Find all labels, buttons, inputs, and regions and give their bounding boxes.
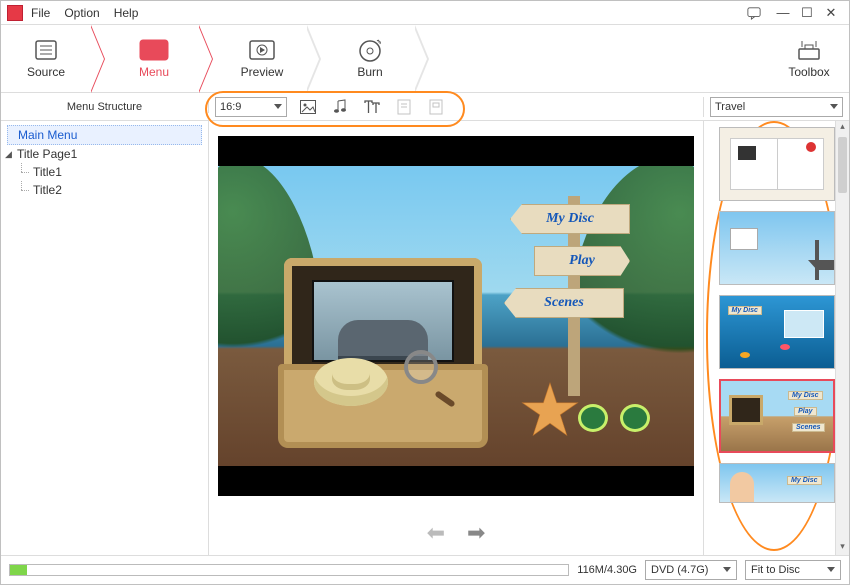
template-scrollbar[interactable]: ▴ ▾ <box>835 121 849 555</box>
scroll-thumb[interactable] <box>838 137 847 193</box>
mini-label: Play <box>794 407 816 416</box>
disc-type-value: DVD (4.7G) <box>651 564 708 576</box>
tree-title-page[interactable]: ◢ Title Page1 <box>7 145 202 163</box>
template-thumb[interactable] <box>719 211 835 285</box>
mini-label: Scenes <box>792 423 825 432</box>
menu-scenes-button[interactable]: Scenes <box>504 288 624 318</box>
template-category-select[interactable]: Travel <box>710 97 843 117</box>
disc-usage-text: 116M/4.30G <box>577 564 637 576</box>
chevron-down-icon <box>830 104 838 109</box>
menu-file[interactable]: File <box>31 6 50 20</box>
disc-type-select[interactable]: DVD (4.7G) <box>645 560 737 580</box>
scroll-up-icon[interactable]: ▴ <box>836 121 849 135</box>
menu-icon <box>139 39 169 61</box>
status-bar: 116M/4.30G DVD (4.7G) Fit to Disc <box>1 555 849 583</box>
tree-title2[interactable]: Title2 <box>7 181 202 199</box>
toolbox-button[interactable]: Toolbox <box>769 25 849 92</box>
disc-usage-bar <box>9 564 569 576</box>
tree-title1[interactable]: Title1 <box>7 163 202 181</box>
step-preview[interactable]: Preview <box>217 25 307 92</box>
aspect-ratio-value: 16:9 <box>220 101 241 113</box>
template-thumb[interactable]: My Disc <box>719 295 835 369</box>
aspect-ratio-select[interactable]: 16:9 <box>215 97 287 117</box>
template-list: My Disc My Disc Play Scenes My Disc ▴ ▾ <box>703 121 849 555</box>
toolbar: Menu Structure 16:9 Travel <box>1 93 849 121</box>
chevron-down-icon <box>827 567 835 572</box>
add-frame-button <box>425 97 447 117</box>
menu-structure-tree: Main Menu ◢ Title Page1 Title1 Title2 <box>1 121 209 555</box>
menu-canvas[interactable]: My Disc Play Scenes <box>218 166 694 466</box>
fit-mode-select[interactable]: Fit to Disc <box>745 560 841 580</box>
decor-magnifier <box>404 350 450 396</box>
step-chevron <box>415 25 433 92</box>
step-chevron <box>91 25 109 92</box>
add-music-button[interactable] <box>329 97 351 117</box>
page-nav: ⬅ ➡ <box>209 511 703 555</box>
decor-hat <box>314 358 388 406</box>
prev-page-button[interactable]: ⬅ <box>427 520 445 546</box>
menu-signpost: My Disc Play Scenes <box>500 196 650 396</box>
source-icon <box>31 39 61 61</box>
mini-label: My Disc <box>787 476 821 485</box>
mini-label: My Disc <box>788 391 822 400</box>
template-thumb[interactable] <box>719 127 835 201</box>
menu-option[interactable]: Option <box>64 6 99 20</box>
title-bar: File Option Help — ☐ ✕ <box>1 1 849 25</box>
toolbox-icon <box>796 39 822 61</box>
burn-icon <box>355 39 385 61</box>
step-menu-label: Menu <box>139 65 169 79</box>
close-button[interactable]: ✕ <box>819 5 843 21</box>
tree-title-page-label: Title Page1 <box>17 147 77 161</box>
preview-stage: My Disc Play Scenes <box>218 136 694 496</box>
step-burn[interactable]: Burn <box>325 25 415 92</box>
step-chevron <box>199 25 217 92</box>
mini-label: My Disc <box>728 306 762 315</box>
menu-title-text[interactable]: My Disc <box>510 204 630 234</box>
step-menu[interactable]: Menu <box>109 25 199 92</box>
workflow-steps: Source Menu Preview Burn Toolbox <box>1 25 849 93</box>
chevron-down-icon <box>274 104 282 109</box>
scroll-down-icon[interactable]: ▾ <box>836 541 849 555</box>
main-area: Main Menu ◢ Title Page1 Title1 Title2 <box>1 121 849 555</box>
step-source-label: Source <box>27 65 65 79</box>
fit-mode-value: Fit to Disc <box>751 564 800 576</box>
menu-structure-label: Menu Structure <box>1 101 209 113</box>
minimize-button[interactable]: — <box>771 5 795 20</box>
maximize-button[interactable]: ☐ <box>795 5 819 21</box>
toolbox-label: Toolbox <box>788 65 829 79</box>
template-category-value: Travel <box>715 101 745 113</box>
next-page-button[interactable]: ➡ <box>467 520 485 546</box>
step-chevron <box>307 25 325 92</box>
tree-root[interactable]: Main Menu <box>7 125 202 145</box>
step-preview-label: Preview <box>241 65 284 79</box>
app-icon <box>7 5 23 21</box>
add-chapter-button <box>393 97 415 117</box>
disclosure-triangle-icon[interactable]: ◢ <box>5 149 12 160</box>
feedback-icon[interactable] <box>747 6 771 20</box>
preview-icon <box>247 39 277 61</box>
decor-suitcase <box>278 258 488 448</box>
preview-pane: My Disc Play Scenes ⬅ ➡ <box>209 121 703 555</box>
add-image-button[interactable] <box>297 97 319 117</box>
template-thumb-selected[interactable]: My Disc Play Scenes <box>719 379 835 453</box>
step-source[interactable]: Source <box>1 25 91 92</box>
step-burn-label: Burn <box>357 65 382 79</box>
menu-play-button[interactable]: Play <box>534 246 630 276</box>
chevron-down-icon <box>723 567 731 572</box>
decor-sunglasses <box>578 398 650 438</box>
add-text-button[interactable] <box>361 97 383 117</box>
template-thumb[interactable]: My Disc <box>719 463 835 503</box>
menu-help[interactable]: Help <box>114 6 139 20</box>
